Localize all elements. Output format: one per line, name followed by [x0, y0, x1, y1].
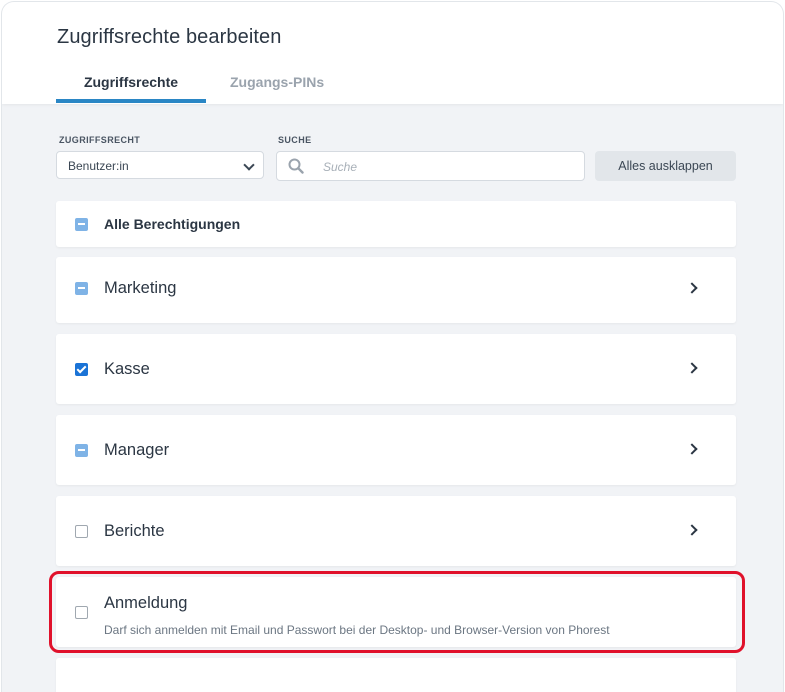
- tab-zugriffsrechte[interactable]: Zugriffsrechte: [56, 74, 206, 90]
- permission-row-berichte[interactable]: Berichte: [56, 496, 736, 566]
- dialog-title: Zugriffsrechte bearbeiten: [57, 26, 282, 48]
- permission-row-kasse[interactable]: Kasse: [56, 334, 736, 404]
- tab-zugangs-pins[interactable]: Zugangs-PINs: [230, 74, 324, 90]
- permission-row-manager[interactable]: Manager: [56, 415, 736, 485]
- chevron-right-icon[interactable]: [686, 443, 698, 455]
- permission-label: Alle Berechtigungen: [104, 216, 241, 232]
- permission-label: Kasse: [104, 360, 150, 378]
- edit-permissions-dialog: Zugriffsrechte bearbeiten Zugriffsrechte…: [2, 2, 783, 692]
- checkbox-manager[interactable]: [75, 444, 88, 457]
- chevron-right-icon[interactable]: [686, 282, 698, 294]
- checkbox-berichte[interactable]: [75, 525, 88, 538]
- permission-row-marketing[interactable]: Marketing: [56, 257, 736, 323]
- checkbox-marketing[interactable]: [75, 282, 88, 295]
- role-select-value: Benutzer:in: [68, 159, 129, 173]
- chevron-down-icon: [243, 159, 255, 171]
- dialog-header: Zugriffsrechte bearbeiten Zugriffsrechte…: [2, 2, 783, 104]
- highlight-outline: [49, 571, 745, 653]
- search-icon: [288, 158, 304, 179]
- role-select[interactable]: Benutzer:in: [56, 151, 264, 179]
- checkbox-all-permissions[interactable]: [75, 218, 88, 231]
- active-tab-indicator: [56, 99, 206, 103]
- role-field-label: ZUGRIFFSRECHT: [59, 135, 141, 145]
- search-field-label: SUCHE: [278, 135, 312, 145]
- chevron-right-icon[interactable]: [686, 362, 698, 374]
- permission-label: Manager: [104, 441, 170, 459]
- permission-row-all: Alle Berechtigungen: [56, 201, 736, 247]
- permission-label: Berichte: [104, 522, 165, 540]
- search-box[interactable]: [276, 151, 585, 181]
- expand-all-button[interactable]: Alles ausklappen: [595, 151, 736, 181]
- checkbox-kasse[interactable]: [75, 363, 88, 376]
- permission-label: Marketing: [104, 279, 177, 297]
- search-input[interactable]: [321, 157, 575, 177]
- chevron-right-icon[interactable]: [686, 524, 698, 536]
- permission-row-next: [56, 658, 736, 692]
